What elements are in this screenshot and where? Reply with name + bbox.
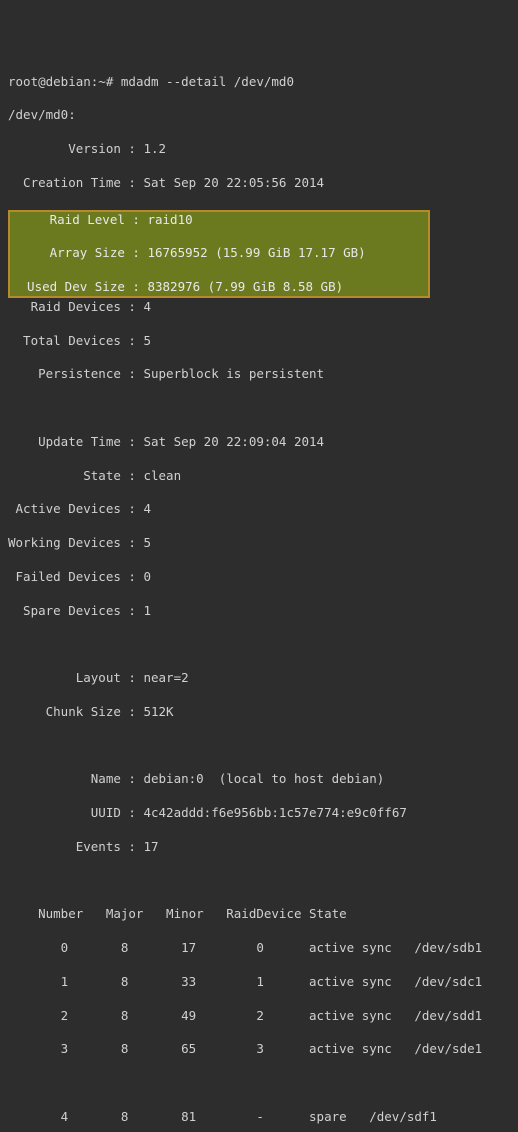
- version-line: Version : 1.2: [8, 141, 510, 158]
- used-dev-size-line: Used Dev Size : 8382976 (7.99 GiB 8.58 G…: [12, 279, 426, 296]
- label: Name :: [8, 771, 143, 786]
- value: 1: [143, 603, 151, 618]
- value: 0: [143, 569, 151, 584]
- persistence-line: Persistence : Superblock is persistent: [8, 366, 510, 383]
- total-devices-line: Total Devices : 5: [8, 333, 510, 350]
- prompt: root@debian:~#: [8, 74, 121, 89]
- value: 512K: [143, 704, 173, 719]
- label: Update Time :: [8, 434, 143, 449]
- blank: [8, 873, 510, 890]
- spare-devices-line: Spare Devices : 1: [8, 603, 510, 620]
- raid-level-line: Raid Level : raid10: [12, 212, 426, 229]
- blank: [8, 1075, 510, 1092]
- uuid-line: UUID : 4c42addd:f6e956bb:1c57e774:e9c0ff…: [8, 805, 510, 822]
- label: State :: [8, 468, 143, 483]
- table-row: 0 8 17 0 active sync /dev/sdb1: [8, 940, 510, 957]
- value: 1.2: [143, 141, 166, 156]
- label: Chunk Size :: [8, 704, 143, 719]
- label: UUID :: [8, 805, 143, 820]
- value: 5: [143, 535, 151, 550]
- state-line: State : clean: [8, 468, 510, 485]
- table-row-spare: 4 8 81 - spare /dev/sdf1: [8, 1109, 510, 1126]
- device-table-header: Number Major Minor RaidDevice State: [8, 906, 510, 923]
- events-line: Events : 17: [8, 839, 510, 856]
- value: 4c42addd:f6e956bb:1c57e774:e9c0ff67: [143, 805, 406, 820]
- value: 4: [143, 501, 151, 516]
- label: Events :: [8, 839, 143, 854]
- value: Superblock is persistent: [143, 366, 324, 381]
- label: Active Devices :: [8, 501, 143, 516]
- label: Spare Devices :: [8, 603, 143, 618]
- working-devices-line: Working Devices : 5: [8, 535, 510, 552]
- label: Creation Time :: [8, 175, 143, 190]
- label: Total Devices :: [8, 333, 143, 348]
- device-line: /dev/md0:: [8, 107, 510, 124]
- layout-line: Layout : near=2: [8, 670, 510, 687]
- value: 17: [143, 839, 158, 854]
- array-size-line: Array Size : 16765952 (15.99 GiB 17.17 G…: [12, 245, 426, 262]
- value: clean: [143, 468, 181, 483]
- creation-line: Creation Time : Sat Sep 20 22:05:56 2014: [8, 175, 510, 192]
- table-row: 2 8 49 2 active sync /dev/sdd1: [8, 1008, 510, 1025]
- active-devices-line: Active Devices : 4: [8, 501, 510, 518]
- command: mdadm --detail /dev/md0: [121, 74, 294, 89]
- name-line: Name : debian:0 (local to host debian): [8, 771, 510, 788]
- chunk-size-line: Chunk Size : 512K: [8, 704, 510, 721]
- table-row: 1 8 33 1 active sync /dev/sdc1: [8, 974, 510, 991]
- label: Working Devices :: [8, 535, 143, 550]
- cmd-line[interactable]: root@debian:~# mdadm --detail /dev/md0: [8, 74, 510, 91]
- table-row: 3 8 65 3 active sync /dev/sde1: [8, 1041, 510, 1058]
- label: Failed Devices :: [8, 569, 143, 584]
- value: Sat Sep 20 22:09:04 2014: [143, 434, 324, 449]
- value: 4: [143, 299, 151, 314]
- failed-devices-line: Failed Devices : 0: [8, 569, 510, 586]
- highlighted-raid-info: Raid Level : raid10 Array Size : 1676595…: [8, 210, 430, 298]
- value: 5: [143, 333, 151, 348]
- blank: [8, 636, 510, 653]
- label: Version :: [8, 141, 143, 156]
- value: near=2: [143, 670, 188, 685]
- value: Sat Sep 20 22:05:56 2014: [143, 175, 324, 190]
- update-time-line: Update Time : Sat Sep 20 22:09:04 2014: [8, 434, 510, 451]
- blank: [8, 738, 510, 755]
- raid-devices-line: Raid Devices : 4: [8, 299, 510, 316]
- value: debian:0 (local to host debian): [143, 771, 384, 786]
- label: Raid Devices :: [8, 299, 143, 314]
- label: Persistence :: [8, 366, 143, 381]
- blank: [8, 400, 510, 417]
- label: Layout :: [8, 670, 143, 685]
